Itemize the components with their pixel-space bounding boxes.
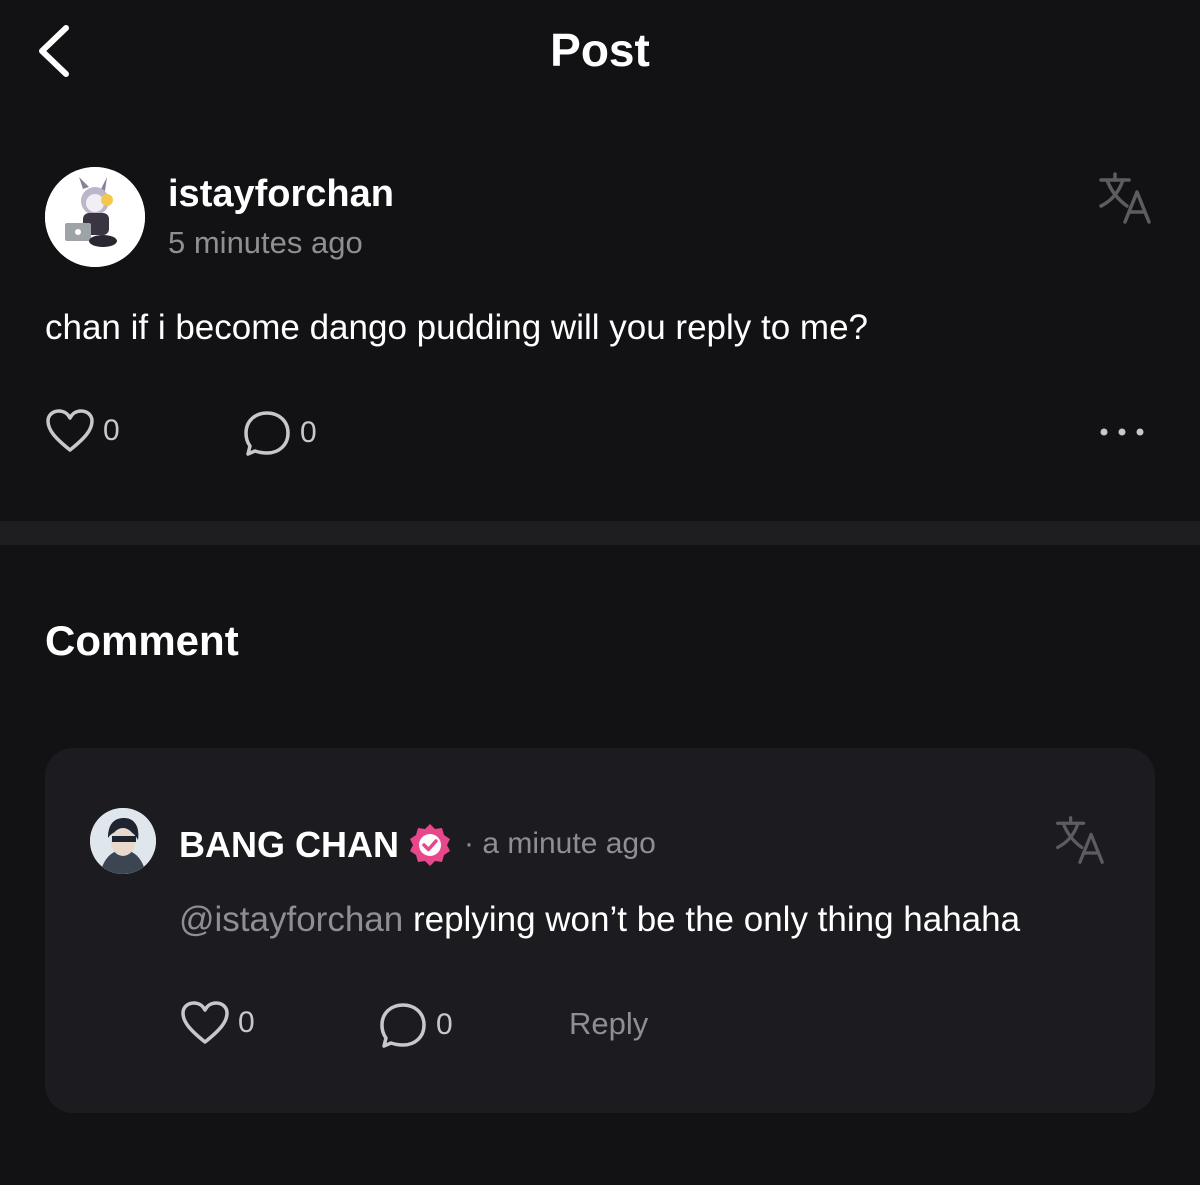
post-like-button[interactable]: 0 <box>45 408 120 454</box>
comment-text: replying won’t be the only thing hahaha <box>403 900 1021 939</box>
comment-reply-count-button[interactable]: 0 <box>378 1000 453 1050</box>
speech-bubble-icon <box>380 1003 426 1048</box>
comment-author-avatar[interactable] <box>90 808 156 874</box>
page-title: Post <box>550 24 650 76</box>
comment-username-row[interactable]: BANG CHAN <box>179 822 453 868</box>
avatar-photo <box>90 808 156 874</box>
comment-timestamp: · a minute ago <box>464 827 656 860</box>
heart-icon <box>46 409 94 452</box>
comment-body: @istayforchan replying won’t be the only… <box>179 897 1020 943</box>
comments-heading: Comment <box>45 617 239 664</box>
comment-reply-count: 0 <box>436 1008 453 1041</box>
translate-button[interactable] <box>1095 170 1153 226</box>
heart-icon <box>181 1001 229 1044</box>
verified-badge-icon <box>410 824 450 866</box>
post-username[interactable]: istayforchan <box>168 172 394 216</box>
translate-icon <box>1099 172 1151 224</box>
comment-translate-button[interactable] <box>1052 814 1106 866</box>
speech-bubble-icon <box>244 411 290 456</box>
post-comment-count: 0 <box>300 416 317 449</box>
comment-like-button[interactable]: 0 <box>180 1000 255 1046</box>
reply-button[interactable]: Reply <box>569 1004 648 1044</box>
post-timestamp: 5 minutes ago <box>168 225 363 260</box>
comment-like-count: 0 <box>238 1006 255 1039</box>
post-author-avatar[interactable] <box>45 167 145 267</box>
comment-mention[interactable]: @istayforchan <box>179 900 403 939</box>
avatar-illustration <box>45 167 145 267</box>
post-like-count: 0 <box>103 414 120 447</box>
more-horizontal-icon <box>1100 428 1144 436</box>
post-body: chan if i become dango pudding will you … <box>45 308 868 347</box>
post-comment-button[interactable]: 0 <box>242 408 317 458</box>
comment-username: BANG CHAN <box>179 824 399 865</box>
translate-icon <box>1056 816 1104 864</box>
section-divider <box>0 521 1200 545</box>
more-options-button[interactable] <box>1098 414 1148 450</box>
